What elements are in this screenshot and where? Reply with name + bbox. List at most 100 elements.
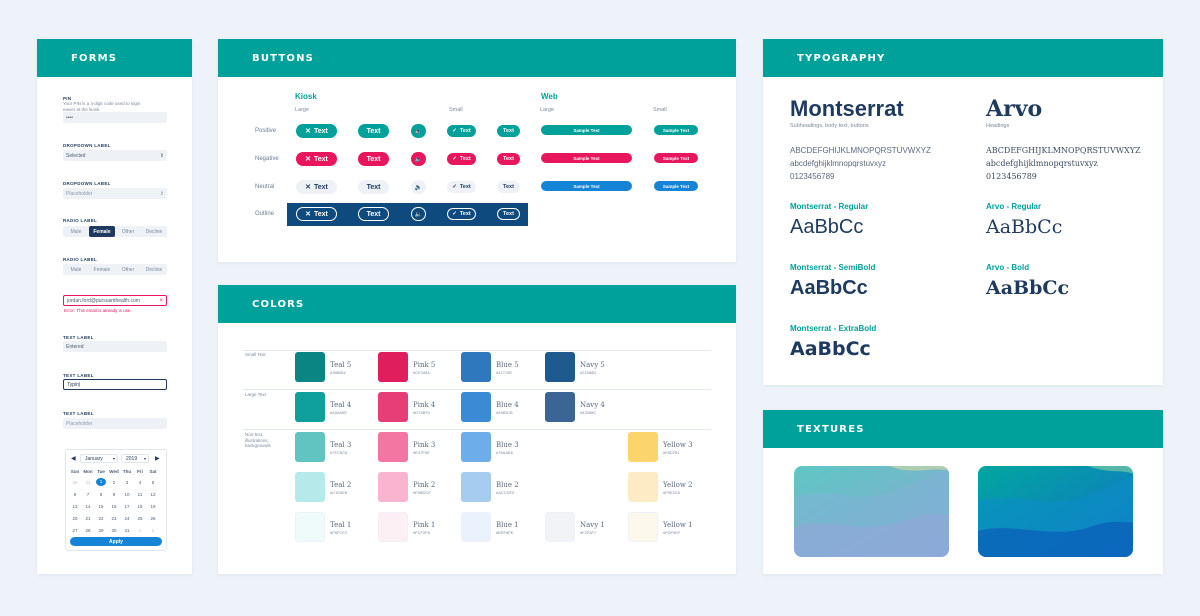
calendar-day[interactable]: 5 xyxy=(148,480,158,485)
calendar-day[interactable]: 15 xyxy=(96,504,106,509)
kiosk-outline-small-icon-text-button[interactable]: ✓ Text xyxy=(447,208,476,220)
radio-option-female[interactable]: Female xyxy=(89,226,115,237)
calendar-day[interactable]: 17 xyxy=(122,504,132,509)
radio-option-decline[interactable]: Decline xyxy=(141,264,167,275)
web-neutral-large-button[interactable]: Sample Text xyxy=(541,181,632,191)
calendar-day[interactable]: 11 xyxy=(135,492,145,497)
radio-option-male[interactable]: Male xyxy=(63,226,89,237)
divider xyxy=(243,429,711,430)
calendar-day[interactable]: 12 xyxy=(148,492,158,497)
calendar-day[interactable]: 7 xyxy=(83,492,93,497)
kiosk-negative-small-icon-text-button[interactable]: ✓ Text xyxy=(447,153,476,165)
kiosk-positive-small-icon-text-button[interactable]: ✓ Text xyxy=(447,125,476,137)
calendar-day[interactable]: 25 xyxy=(135,516,145,521)
calendar-day[interactable]: 13 xyxy=(70,504,80,509)
radio-option-male[interactable]: Male xyxy=(63,264,89,275)
kiosk-neutral-small-text-button[interactable]: Text xyxy=(497,181,520,193)
calendar-day[interactable]: 18 xyxy=(135,504,145,509)
apply-button[interactable]: Apply xyxy=(70,537,162,546)
radio-option-female[interactable]: Female xyxy=(89,264,115,275)
close-icon[interactable]: × xyxy=(159,298,163,304)
calendar-day[interactable]: 26 xyxy=(148,516,158,521)
calendar-day[interactable]: 31 xyxy=(83,480,93,485)
kiosk-small-label: Small xyxy=(449,107,463,113)
swatch-hex: #F8D781 xyxy=(663,450,680,455)
calendar-day[interactable]: 6 xyxy=(70,492,80,497)
email-input-error[interactable]: jordan.ford@pursuanthealth.com × xyxy=(63,295,167,306)
calendar-day[interactable]: 4 xyxy=(135,480,145,485)
alphabet-upper-arvo: ABCDEFGHIJKLMNOPQRSTUVWXYZ xyxy=(986,146,1141,155)
month-select[interactable]: January ▾ xyxy=(80,454,118,463)
kiosk-large-label: Large xyxy=(295,107,310,113)
kiosk-outline-icon-button[interactable]: 🔈 xyxy=(411,207,426,221)
calendar-day[interactable]: 20 xyxy=(70,516,80,521)
chevron-left-icon[interactable]: ◀ xyxy=(71,455,76,462)
calendar-day[interactable]: 22 xyxy=(96,516,106,521)
web-positive-large-button[interactable]: Sample Text xyxy=(541,125,632,135)
close-icon: ✕ xyxy=(305,211,311,218)
dropdown-selected[interactable]: Selected ⇕ xyxy=(63,150,167,161)
text-input-placeholder[interactable]: Placeholder xyxy=(63,418,167,429)
swatch-name: Teal 3 xyxy=(330,441,352,449)
kiosk-outline-icon-text-button[interactable]: ✕ Text xyxy=(296,207,337,221)
calendar-day[interactable]: 2 xyxy=(109,480,119,485)
kiosk-neutral-small-icon-text-button[interactable]: ✓ Text xyxy=(447,181,476,193)
dropdown-placeholder[interactable]: Placeholder ⇕ xyxy=(63,188,167,199)
calendar-day[interactable]: 30 xyxy=(109,528,119,533)
calendar-day[interactable]: 10 xyxy=(122,492,132,497)
calendar-day[interactable]: 28 xyxy=(83,528,93,533)
calendar-day[interactable]: 27 xyxy=(70,528,80,533)
text-input-entered[interactable]: Entered xyxy=(63,341,167,352)
kiosk-neutral-icon-text-button[interactable]: ✕ Text xyxy=(296,180,337,194)
calendar-day[interactable]: 14 xyxy=(83,504,93,509)
button-label: Text xyxy=(314,127,328,135)
calendar-day[interactable]: 24 xyxy=(122,516,132,521)
calendar-day[interactable]: 30 xyxy=(70,480,80,485)
color-swatch-yellow-2 xyxy=(628,472,658,502)
calendar-day[interactable]: 23 xyxy=(109,516,119,521)
group-label-non-text: Non-text, illustrations, backgrounds xyxy=(245,432,271,448)
radio-option-decline[interactable]: Decline xyxy=(141,226,167,237)
kiosk-negative-text-button[interactable]: Text xyxy=(358,152,389,166)
calendar-day[interactable]: 1 xyxy=(135,528,145,533)
calendar-day[interactable]: 16 xyxy=(109,504,119,509)
year-select[interactable]: 2019 ▾ xyxy=(121,454,149,463)
calendar-day[interactable]: 1 xyxy=(96,478,106,486)
web-neutral-small-button[interactable]: Sample Text xyxy=(654,181,698,191)
kiosk-positive-text-button[interactable]: Text xyxy=(358,124,389,138)
calendar-day[interactable]: 19 xyxy=(148,504,158,509)
kiosk-outline-small-text-button[interactable]: Text xyxy=(497,208,520,220)
calendar-day[interactable]: 29 xyxy=(96,528,106,533)
chevron-right-icon[interactable]: ▶ xyxy=(155,455,160,462)
kiosk-outline-text-button[interactable]: Text xyxy=(358,207,389,221)
pin-input[interactable]: •••• xyxy=(63,112,167,123)
calendar-day[interactable]: 3 xyxy=(122,480,132,485)
forms-header: FORMS xyxy=(37,39,192,77)
texture-swatch-light xyxy=(794,466,949,557)
kiosk-negative-icon-text-button[interactable]: ✕ Text xyxy=(296,152,337,166)
kiosk-positive-small-text-button[interactable]: Text xyxy=(497,125,520,137)
row-label-positive: Positive xyxy=(255,128,277,134)
web-positive-small-button[interactable]: Sample Text xyxy=(654,125,698,135)
calendar-day[interactable]: 9 xyxy=(109,492,119,497)
calendar-day[interactable]: 2 xyxy=(148,528,158,533)
kiosk-negative-small-text-button[interactable]: Text xyxy=(497,153,520,165)
kiosk-negative-icon-button[interactable]: 🔈 xyxy=(411,152,426,166)
kiosk-positive-icon-button[interactable]: 🔈 xyxy=(411,124,426,138)
calendar-day[interactable]: 8 xyxy=(96,492,106,497)
text-input-focused[interactable]: Typin| xyxy=(63,379,167,390)
kiosk-neutral-text-button[interactable]: Text xyxy=(358,180,389,194)
kiosk-neutral-icon-button[interactable]: 🔈 xyxy=(411,180,426,194)
calendar-day[interactable]: 21 xyxy=(83,516,93,521)
swatch-name: Pink 5 xyxy=(413,361,436,369)
kiosk-positive-icon-text-button[interactable]: ✕ Text xyxy=(296,124,337,138)
chevron-down-icon: ▾ xyxy=(112,456,115,461)
radio-option-other[interactable]: Other xyxy=(115,264,141,275)
swatch-hex: #E47F9E xyxy=(413,450,430,455)
color-swatch-teal-2 xyxy=(295,472,325,502)
calendar-day[interactable]: 31 xyxy=(122,528,132,533)
radio-option-other[interactable]: Other xyxy=(115,226,141,237)
web-negative-large-button[interactable]: Sample Text xyxy=(541,153,632,163)
web-negative-small-button[interactable]: Sample Text xyxy=(654,153,698,163)
radio-label: RADIO LABEL xyxy=(63,218,98,223)
